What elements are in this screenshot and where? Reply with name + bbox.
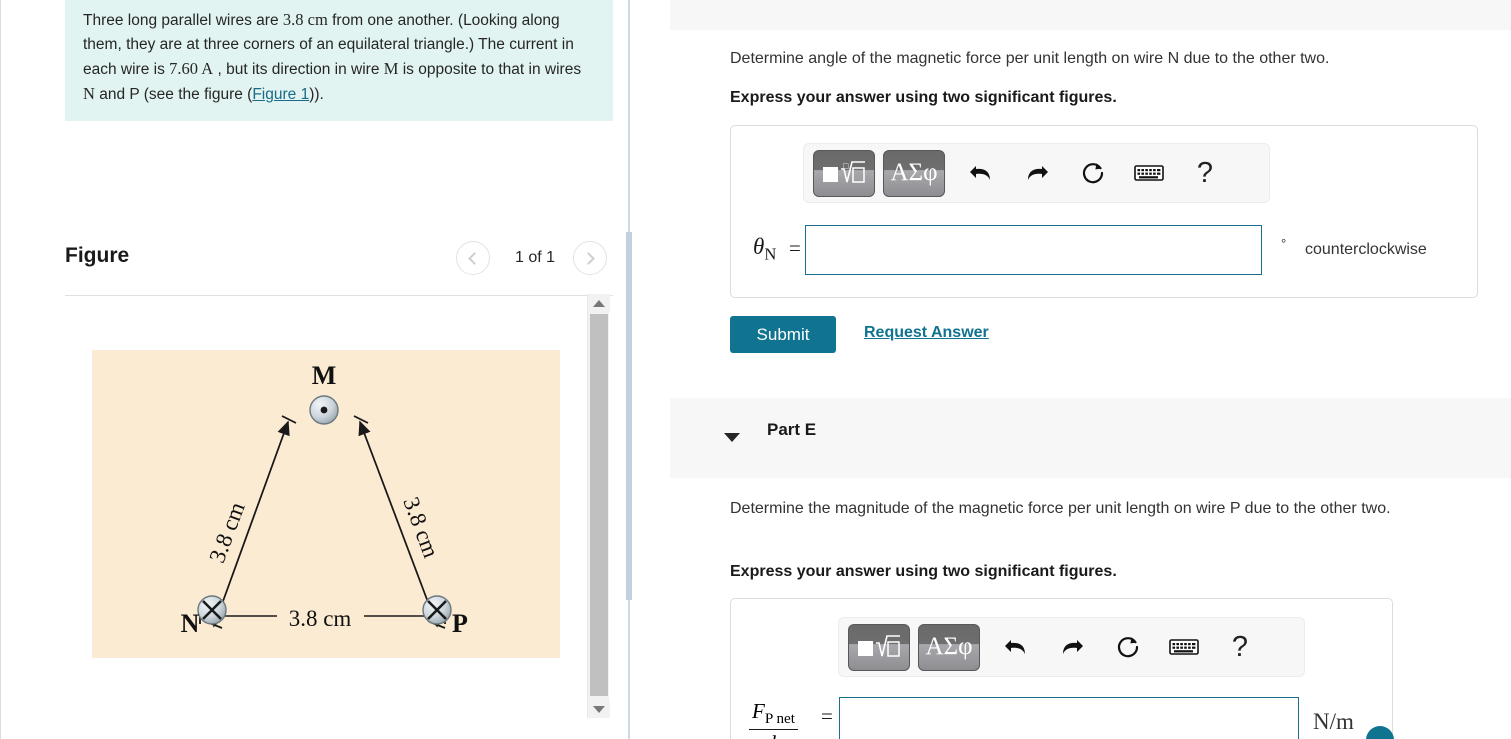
diagram-side-left: 3.8 cm (204, 499, 249, 566)
part-e-answer-symbol: FP net l (749, 699, 798, 739)
problem-text-part4: is opposite to that in wires (398, 61, 582, 78)
problem-statement: Three long parallel wires are 3.8 cm fro… (65, 0, 613, 121)
problem-current-value: 7.60 A (169, 59, 214, 78)
part-d-math-toolbar: □ ΑΣφ ? (803, 143, 1270, 203)
diagram-svg: M N P 3.8 cm 3.8 cm 3.8 cm (181, 361, 468, 638)
figure-viewport: M N P 3.8 cm 3.8 cm 3.8 cm (65, 296, 613, 720)
figure-panel-header: Figure 1 of 1 (65, 238, 613, 296)
part-e-header[interactable]: Part E (670, 398, 1511, 478)
previous-part-footer-bar (670, 0, 1511, 30)
force-symbol: F (752, 699, 765, 723)
request-answer-link[interactable]: Request Answer (864, 324, 989, 342)
figure-next-button[interactable] (573, 241, 607, 275)
chevron-left-icon (468, 251, 481, 265)
part-e-answer-input[interactable] (839, 697, 1299, 739)
undo-glyph (970, 166, 990, 180)
part-d-direction-label: counterclockwise (1305, 241, 1427, 258)
scrollbar-down-button[interactable] (588, 700, 610, 718)
page-root: Three long parallel wires are 3.8 cm fro… (0, 0, 1511, 739)
scrollbar-thumb[interactable] (590, 314, 608, 696)
theta-symbol: θ (753, 234, 765, 259)
problem-text-part1: Three long parallel wires are (83, 12, 283, 29)
reset-glyph (1117, 637, 1139, 658)
part-e-numerator: FP net (749, 699, 798, 731)
figure-prev-button[interactable] (456, 241, 490, 275)
part-d-answer-box: □ ΑΣφ ? θN = ° counterclockwise (730, 125, 1478, 298)
part-e-denominator: l (749, 730, 798, 739)
part-d-degree-unit: ° (1281, 236, 1287, 251)
diagram-side-right: 3.8 cm (398, 494, 443, 561)
figure-counter: 1 of 1 (514, 249, 556, 266)
math-help-button[interactable]: ? (1216, 625, 1264, 669)
part-e-equals-sign: = (821, 704, 833, 728)
part-e-question: Determine the magnitude of the magnetic … (730, 500, 1391, 517)
left-panel-content: Three long parallel wires are 3.8 cm fro… (65, 0, 613, 121)
redo-arrow-icon[interactable] (1048, 625, 1096, 669)
part-e-answer-box: ΑΣφ ? FP net = N/m (730, 598, 1393, 739)
triangle-down-icon (593, 705, 605, 713)
chevron-right-icon (582, 251, 595, 265)
greek-symbols-button[interactable]: ΑΣφ (883, 149, 945, 197)
diagram-side-bottom: 3.8 cm (289, 606, 352, 631)
undo-glyph (1005, 640, 1025, 654)
redo-glyph (1028, 166, 1048, 180)
radical-template-glyph (858, 635, 900, 657)
diagram-label-n: N (181, 609, 200, 638)
keyboard-icon[interactable] (1125, 151, 1173, 195)
diagram-label-p: P (452, 609, 468, 638)
keyboard-glyph (1169, 639, 1199, 655)
figure-panel-title: Figure (65, 244, 130, 267)
keyboard-glyph (1134, 165, 1164, 181)
problem-wire-m: M (383, 59, 399, 78)
caret-down-icon[interactable] (724, 433, 740, 442)
theta-subscript: N (764, 244, 777, 264)
problem-text-part6: )). (309, 86, 324, 103)
part-e-instruction: Express your answer using two significan… (730, 563, 1117, 580)
submit-button[interactable]: Submit (730, 316, 836, 353)
page-scrollbar-thumb[interactable] (626, 232, 632, 600)
problem-wire-n: N (83, 84, 95, 103)
math-template-radical-icon[interactable] (848, 623, 910, 671)
math-help-button[interactable]: ? (1181, 151, 1229, 195)
part-d-equals-sign: = (789, 236, 801, 260)
greek-symbols-button[interactable]: ΑΣφ (918, 623, 980, 671)
part-d-instruction: Express your answer using two significan… (730, 89, 1117, 106)
figure-1-link[interactable]: Figure 1 (252, 86, 309, 103)
triangle-wire-diagram: M N P 3.8 cm 3.8 cm 3.8 cm (92, 350, 560, 658)
part-e-title: Part E (767, 420, 817, 439)
part-d-answer-input[interactable] (805, 225, 1262, 275)
problem-distance-value: 3.8 cm (282, 10, 328, 29)
problem-text-part5: and P (see the figure ( (94, 86, 253, 103)
redo-arrow-icon[interactable] (1013, 151, 1061, 195)
part-d-question: Determine angle of the magnetic force pe… (730, 50, 1330, 67)
radical-template-glyph: □ (823, 161, 865, 183)
force-subscript: P net (764, 711, 795, 728)
math-template-radical-icon[interactable]: □ (813, 149, 875, 197)
reset-circular-arrow-icon[interactable] (1069, 151, 1117, 195)
undo-arrow-icon[interactable] (957, 151, 1005, 195)
part-e-unit-label: N/m (1313, 709, 1354, 734)
problem-text-part3: , but its direction in wire (213, 61, 384, 78)
right-panel: Determine angle of the magnetic force pe… (633, 0, 1511, 739)
reset-glyph (1082, 163, 1104, 184)
left-panel: Three long parallel wires are 3.8 cm fro… (0, 0, 629, 739)
keyboard-icon[interactable] (1160, 625, 1208, 669)
part-d-answer-symbol: θN (753, 234, 776, 265)
triangle-up-icon (593, 299, 605, 307)
scrollbar-up-button[interactable] (588, 294, 610, 312)
part-e-math-toolbar: ΑΣφ ? (838, 617, 1305, 677)
undo-arrow-icon[interactable] (992, 625, 1040, 669)
redo-glyph (1063, 640, 1083, 654)
reset-circular-arrow-icon[interactable] (1104, 625, 1152, 669)
diagram-label-m: M (312, 361, 337, 390)
figure-scrollbar[interactable] (587, 294, 610, 718)
